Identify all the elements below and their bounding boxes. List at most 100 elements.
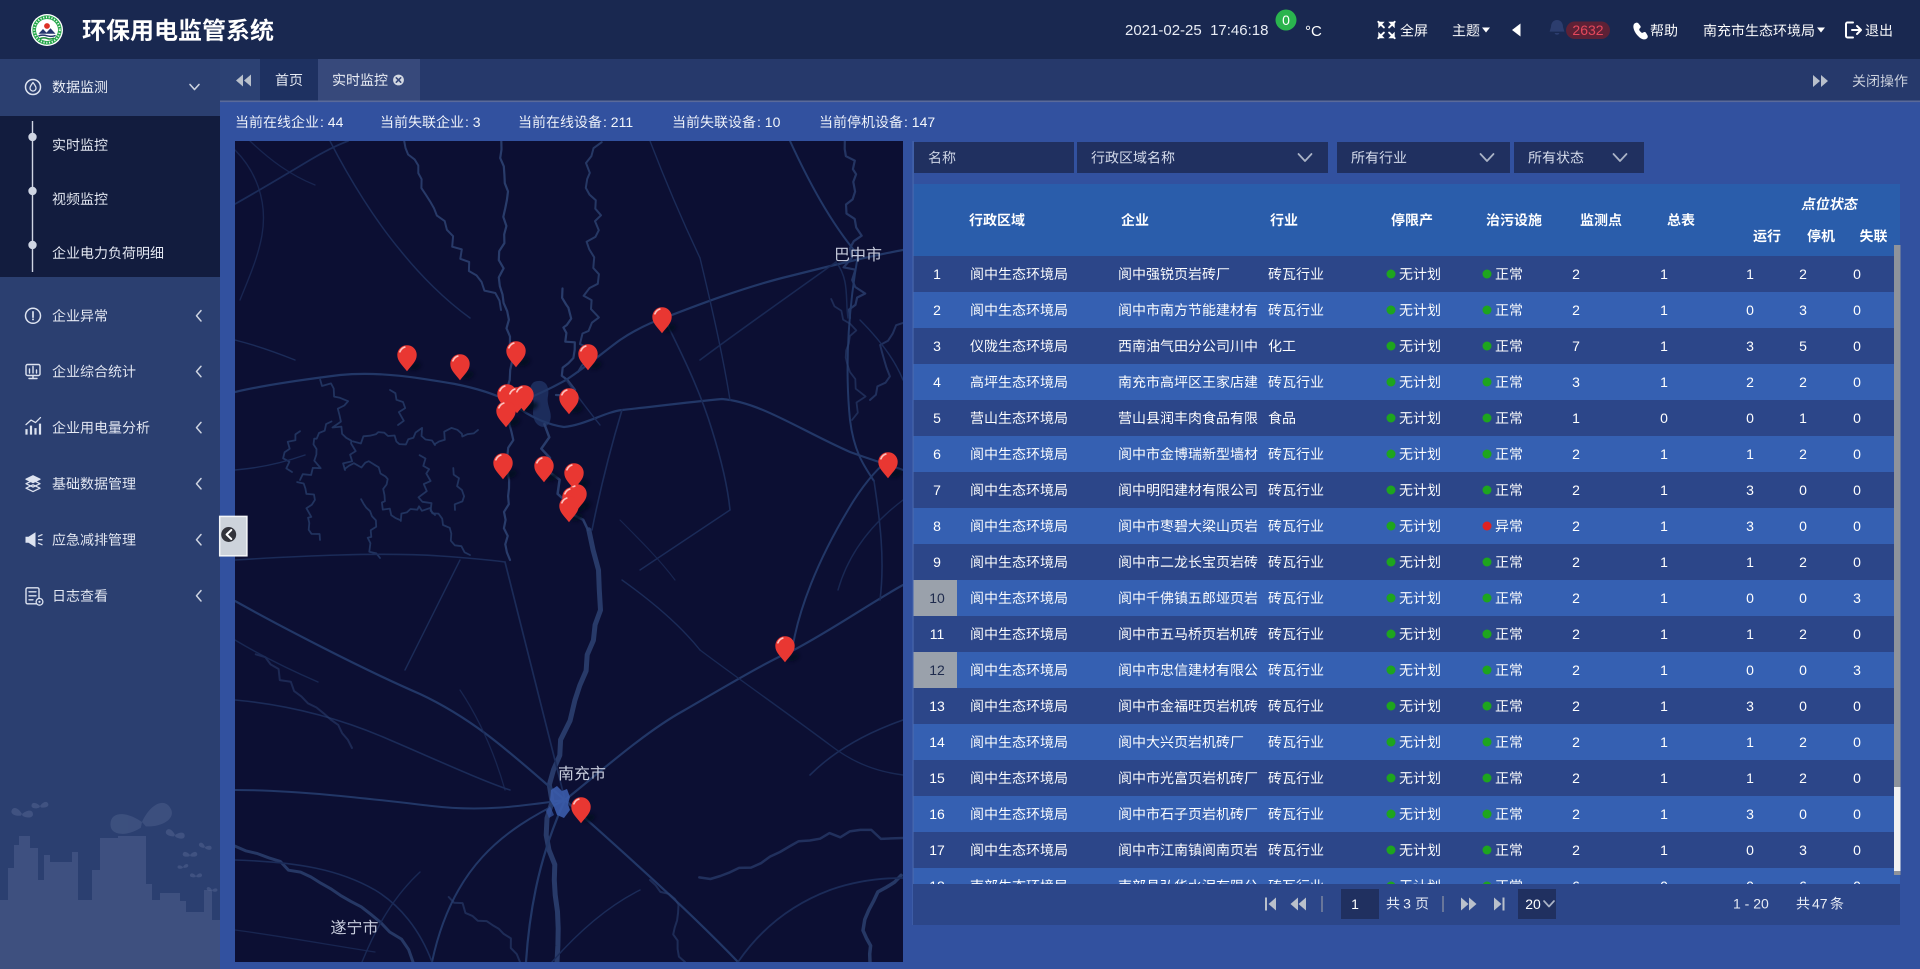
svg-text:3: 3 <box>1746 482 1754 498</box>
svg-text:0: 0 <box>1853 482 1861 498</box>
svg-text:10: 10 <box>929 590 945 606</box>
svg-text:0: 0 <box>1746 842 1754 858</box>
svg-text:3: 3 <box>1853 662 1861 678</box>
svg-text:8: 8 <box>933 518 941 534</box>
svg-text:0: 0 <box>1853 842 1861 858</box>
svg-text:1: 1 <box>1660 770 1668 786</box>
svg-text:17: 17 <box>929 842 945 858</box>
svg-text:0: 0 <box>1799 806 1807 822</box>
svg-text:3: 3 <box>933 338 941 354</box>
svg-text:16: 16 <box>929 806 945 822</box>
svg-text:3: 3 <box>1572 374 1580 390</box>
svg-text:0: 0 <box>1853 302 1861 318</box>
svg-text:3: 3 <box>1799 842 1807 858</box>
svg-text:1: 1 <box>1351 896 1359 912</box>
svg-text:2: 2 <box>1799 626 1807 642</box>
svg-text:1: 1 <box>1572 410 1580 426</box>
svg-text:0: 0 <box>1282 12 1290 28</box>
svg-text:3: 3 <box>1746 698 1754 714</box>
svg-text:4: 4 <box>933 374 941 390</box>
svg-text:1 - 20: 1 - 20 <box>1733 896 1769 912</box>
svg-text:0: 0 <box>1799 518 1807 534</box>
svg-text:7: 7 <box>933 482 941 498</box>
svg-text:15: 15 <box>929 770 945 786</box>
svg-text:2: 2 <box>1799 446 1807 462</box>
svg-text:2: 2 <box>1572 842 1580 858</box>
svg-text:1: 1 <box>1660 482 1668 498</box>
svg-text:0: 0 <box>1853 554 1861 570</box>
svg-text:1: 1 <box>1746 554 1754 570</box>
svg-text:0: 0 <box>1799 482 1807 498</box>
svg-text:: 147: : 147 <box>904 114 935 130</box>
svg-text:5: 5 <box>1799 338 1807 354</box>
svg-text:2: 2 <box>1572 698 1580 714</box>
svg-text:1: 1 <box>1660 374 1668 390</box>
svg-text:0: 0 <box>1853 266 1861 282</box>
svg-text:20: 20 <box>1525 896 1541 912</box>
svg-text:3: 3 <box>1746 518 1754 534</box>
svg-text:3: 3 <box>1403 896 1411 912</box>
svg-text:1: 1 <box>1660 554 1668 570</box>
svg-text:0: 0 <box>1746 590 1754 606</box>
svg-text:2: 2 <box>1572 266 1580 282</box>
svg-text:1: 1 <box>1660 338 1668 354</box>
svg-text:2: 2 <box>1572 482 1580 498</box>
svg-text:3: 3 <box>1799 302 1807 318</box>
svg-text:2: 2 <box>1572 590 1580 606</box>
svg-text:6: 6 <box>933 446 941 462</box>
svg-text:2: 2 <box>1799 374 1807 390</box>
svg-text:0: 0 <box>1746 410 1754 426</box>
svg-text:1: 1 <box>1660 626 1668 642</box>
svg-text:0: 0 <box>1660 410 1668 426</box>
svg-text:2: 2 <box>1572 806 1580 822</box>
svg-text:2: 2 <box>1572 302 1580 318</box>
svg-text:1: 1 <box>1660 302 1668 318</box>
svg-text:2: 2 <box>1572 554 1580 570</box>
svg-text:0: 0 <box>1853 518 1861 534</box>
svg-text:2: 2 <box>1572 734 1580 750</box>
svg-text:14: 14 <box>929 734 945 750</box>
svg-text:1: 1 <box>1660 734 1668 750</box>
svg-text:2: 2 <box>1799 266 1807 282</box>
svg-text:0: 0 <box>1853 806 1861 822</box>
svg-text:1: 1 <box>1746 770 1754 786</box>
svg-text:2: 2 <box>1572 770 1580 786</box>
svg-text:0: 0 <box>1853 770 1861 786</box>
svg-text:47: 47 <box>1812 896 1828 912</box>
svg-text:9: 9 <box>933 554 941 570</box>
svg-text:5: 5 <box>933 410 941 426</box>
svg-text:2: 2 <box>1572 626 1580 642</box>
svg-text:1: 1 <box>1746 626 1754 642</box>
svg-text:3: 3 <box>1746 338 1754 354</box>
svg-text:1: 1 <box>933 266 941 282</box>
svg-text:2: 2 <box>933 302 941 318</box>
svg-text:0: 0 <box>1853 698 1861 714</box>
svg-text:2632: 2632 <box>1572 22 1603 38</box>
svg-text:1: 1 <box>1746 734 1754 750</box>
svg-text:2: 2 <box>1572 446 1580 462</box>
svg-text:: 44: : 44 <box>320 114 344 130</box>
svg-text:2: 2 <box>1799 554 1807 570</box>
svg-text:0: 0 <box>1853 338 1861 354</box>
svg-text:13: 13 <box>929 698 945 714</box>
svg-text:0: 0 <box>1746 302 1754 318</box>
svg-text:11: 11 <box>930 626 945 642</box>
svg-text:1: 1 <box>1660 698 1668 714</box>
svg-text:0: 0 <box>1853 374 1861 390</box>
svg-text:3: 3 <box>1746 806 1754 822</box>
svg-text:1: 1 <box>1660 806 1668 822</box>
svg-text:0: 0 <box>1853 626 1861 642</box>
svg-text:: 10: : 10 <box>757 114 781 130</box>
svg-text:0: 0 <box>1853 734 1861 750</box>
svg-text:0: 0 <box>1799 590 1807 606</box>
svg-text:2: 2 <box>1572 518 1580 534</box>
svg-text:1: 1 <box>1660 662 1668 678</box>
svg-text:1: 1 <box>1746 446 1754 462</box>
svg-text:3: 3 <box>1853 590 1861 606</box>
svg-text:0: 0 <box>1799 698 1807 714</box>
svg-text:1: 1 <box>1660 842 1668 858</box>
svg-text:1: 1 <box>1660 590 1668 606</box>
svg-text:0: 0 <box>1853 446 1861 462</box>
svg-text:1: 1 <box>1660 446 1668 462</box>
svg-text:1: 1 <box>1746 266 1754 282</box>
